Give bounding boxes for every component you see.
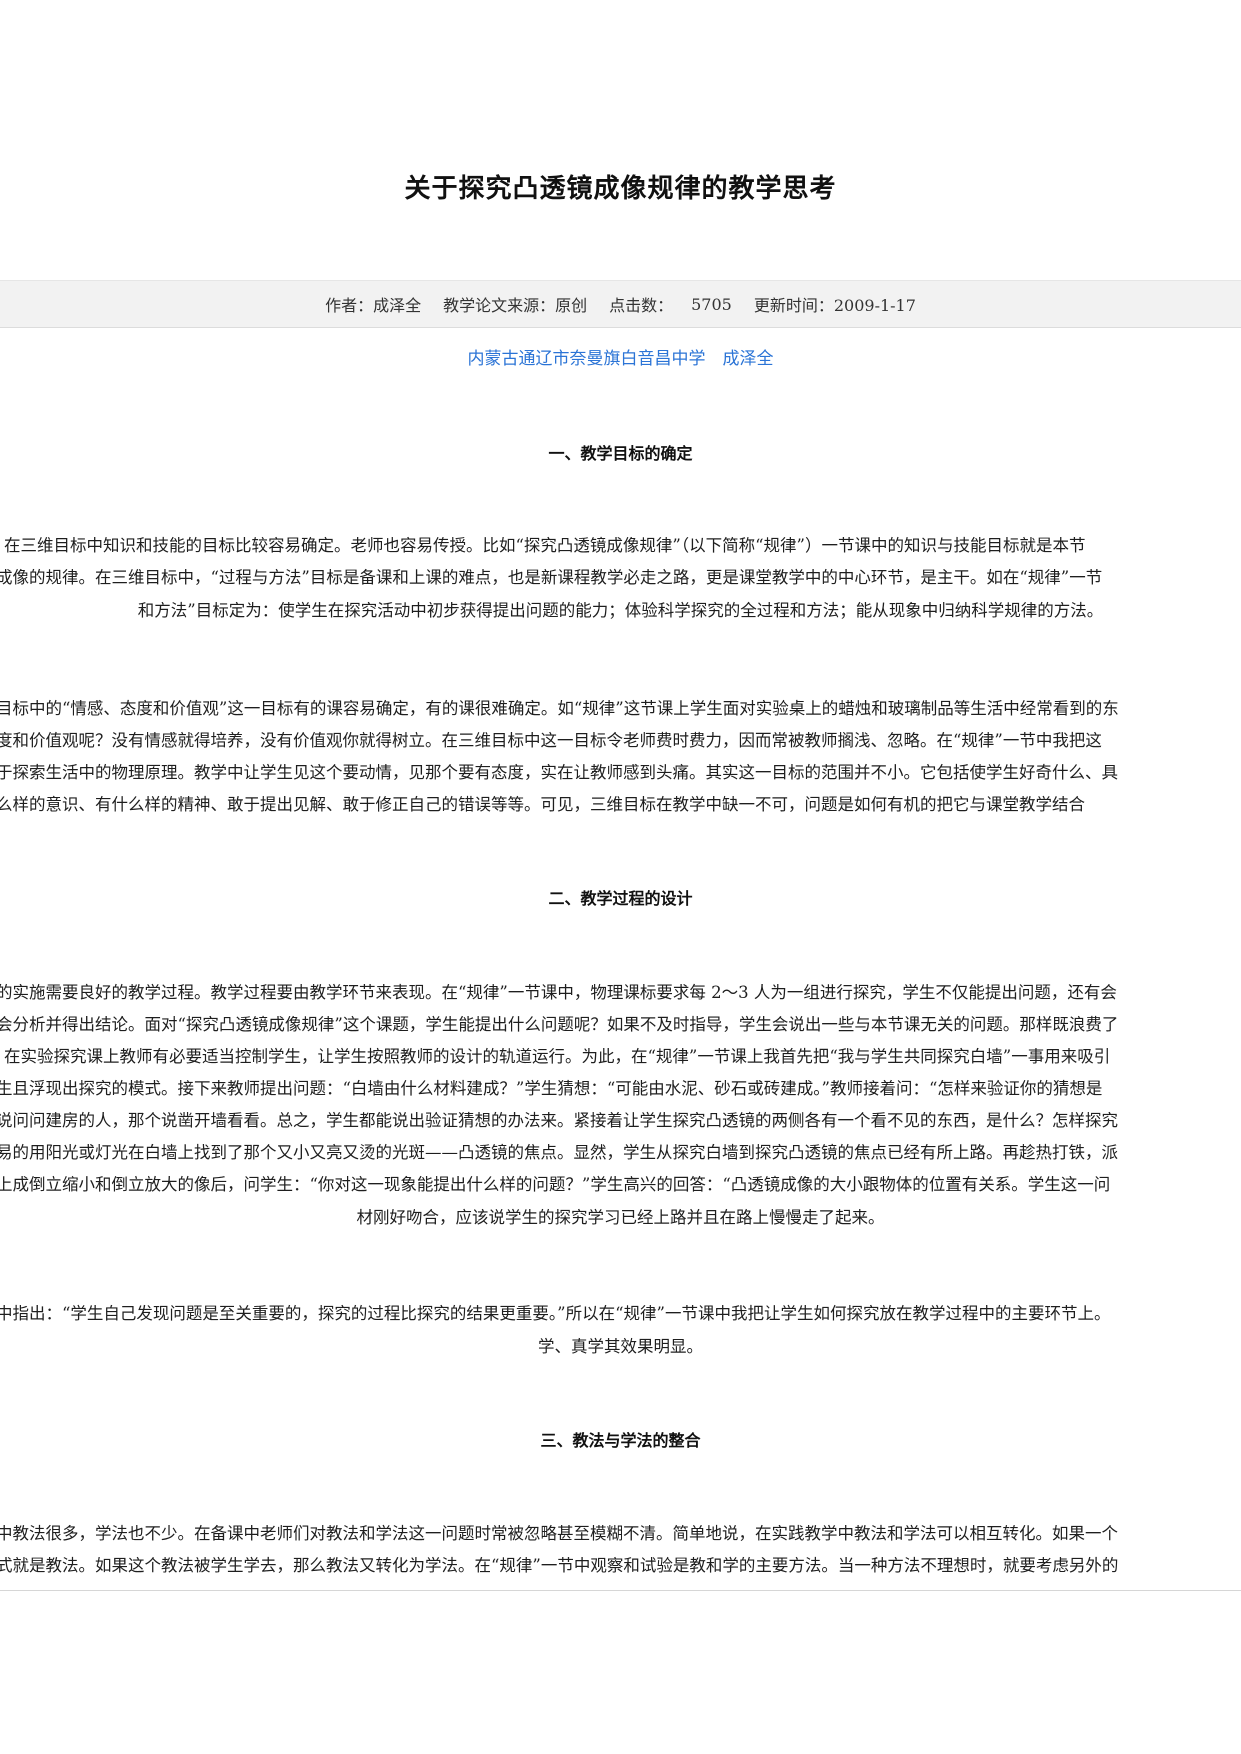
article-meta-bar: 作者：成泽全 教学论文来源：原创 点击数： 5705 更新时间：2009-1-1…: [0, 280, 1241, 328]
clicks-label: 点击数：: [609, 296, 674, 315]
paragraph-line: 在实验探究课上教师有必要适当控制学生，让学生按照教师的设计的轨道运行。为此，在“…: [4, 1047, 1111, 1066]
paragraph-line: 学、真学其效果明显。: [538, 1337, 703, 1356]
paragraph-line: 目标中的“情感、态度和价值观”这一目标有的课容易确定，有的课很难确定。如“规律”…: [0, 699, 1119, 718]
paragraph-line: 式就是教法。如果这个教法被学生学去，那么教法又转化为学法。在“规律”一节中观察和…: [0, 1556, 1119, 1575]
updated-meta: 更新时间：2009-1-17: [753, 296, 916, 315]
paragraph-line: 材刚好吻合，应该说学生的探究学习已经上路并且在路上慢慢走了起来。: [356, 1208, 885, 1227]
paragraph-line: 会分析并得出结论。面对“探究凸透镜成像规律”这个课题，学生能提出什么问题呢？如果…: [0, 1015, 1119, 1034]
paragraph-line: 生且浮现出探究的模式。接下来教师提出问题：“白墙由什么材料建成？”学生猜想：“可…: [0, 1079, 1103, 1098]
section-heading-3: 三、教法与学法的整合: [540, 1431, 701, 1450]
school-author-line: 内蒙古通辽市奈曼旗白音昌中学 成泽全: [467, 349, 774, 369]
source-meta: 教学论文来源：原创: [443, 296, 588, 315]
paragraph-line: 的实施需要良好的教学过程。教学过程要由教学环节来表现。在“规律”一节课中，物理课…: [0, 983, 1117, 1002]
paragraph-line: 上成倒立缩小和倒立放大的像后，问学生：“你对这一现象能提出什么样的问题？”学生高…: [0, 1175, 1111, 1194]
paragraph-line: 于探索生活中的物理原理。教学中让学生见这个要动情，见那个要有态度，实在让教师感到…: [0, 763, 1118, 782]
paragraph-line: 度和价值观呢？没有情感就得培养，没有价值观你就得树立。在三维目标中这一目标令老师…: [0, 731, 1102, 750]
clicks-count: 5705: [691, 294, 732, 314]
article-title: 关于探究凸透镜成像规律的教学思考: [404, 174, 837, 204]
paragraph-line: 和方法”目标定为：使学生在探究活动中初步获得提出问题的能力；体验科学探究的全过程…: [137, 601, 1104, 620]
author-meta: 作者：成泽全: [325, 296, 422, 315]
paragraph-line: 在三维目标中知识和技能的目标比较容易确定。老师也容易传授。比如“探究凸透镜成像规…: [4, 536, 1086, 555]
paragraph-line: 中教法很多，学法也不少。在备课中老师们对教法和学法这一问题时常被忽略甚至模糊不清…: [0, 1524, 1118, 1543]
paragraph-line: 易的用阳光或灯光在白墙上找到了那个又小又亮又烫的光斑——凸透镜的焦点。显然，学生…: [0, 1143, 1118, 1162]
section-heading-1: 一、教学目标的确定: [548, 444, 693, 463]
bottom-divider: [0, 1590, 1241, 1591]
paragraph-line: 成像的规律。在三维目标中，“过程与方法”目标是备课和上课的难点，也是新课程教学必…: [0, 568, 1103, 587]
paragraph-line: 中指出：“学生自己发现问题是至关重要的，探究的过程比探究的结果更重要。”所以在“…: [0, 1304, 1111, 1323]
paragraph-line: 么样的意识、有什么样的精神、敢于提出见解、敢于修正自己的错误等等。可见，三维目标…: [0, 795, 1085, 814]
paragraph-line: 说问问建房的人，那个说凿开墙看看。总之，学生都能说出验证猜想的办法来。紧接着让学…: [0, 1111, 1118, 1130]
section-heading-2: 二、教学过程的设计: [548, 889, 693, 908]
